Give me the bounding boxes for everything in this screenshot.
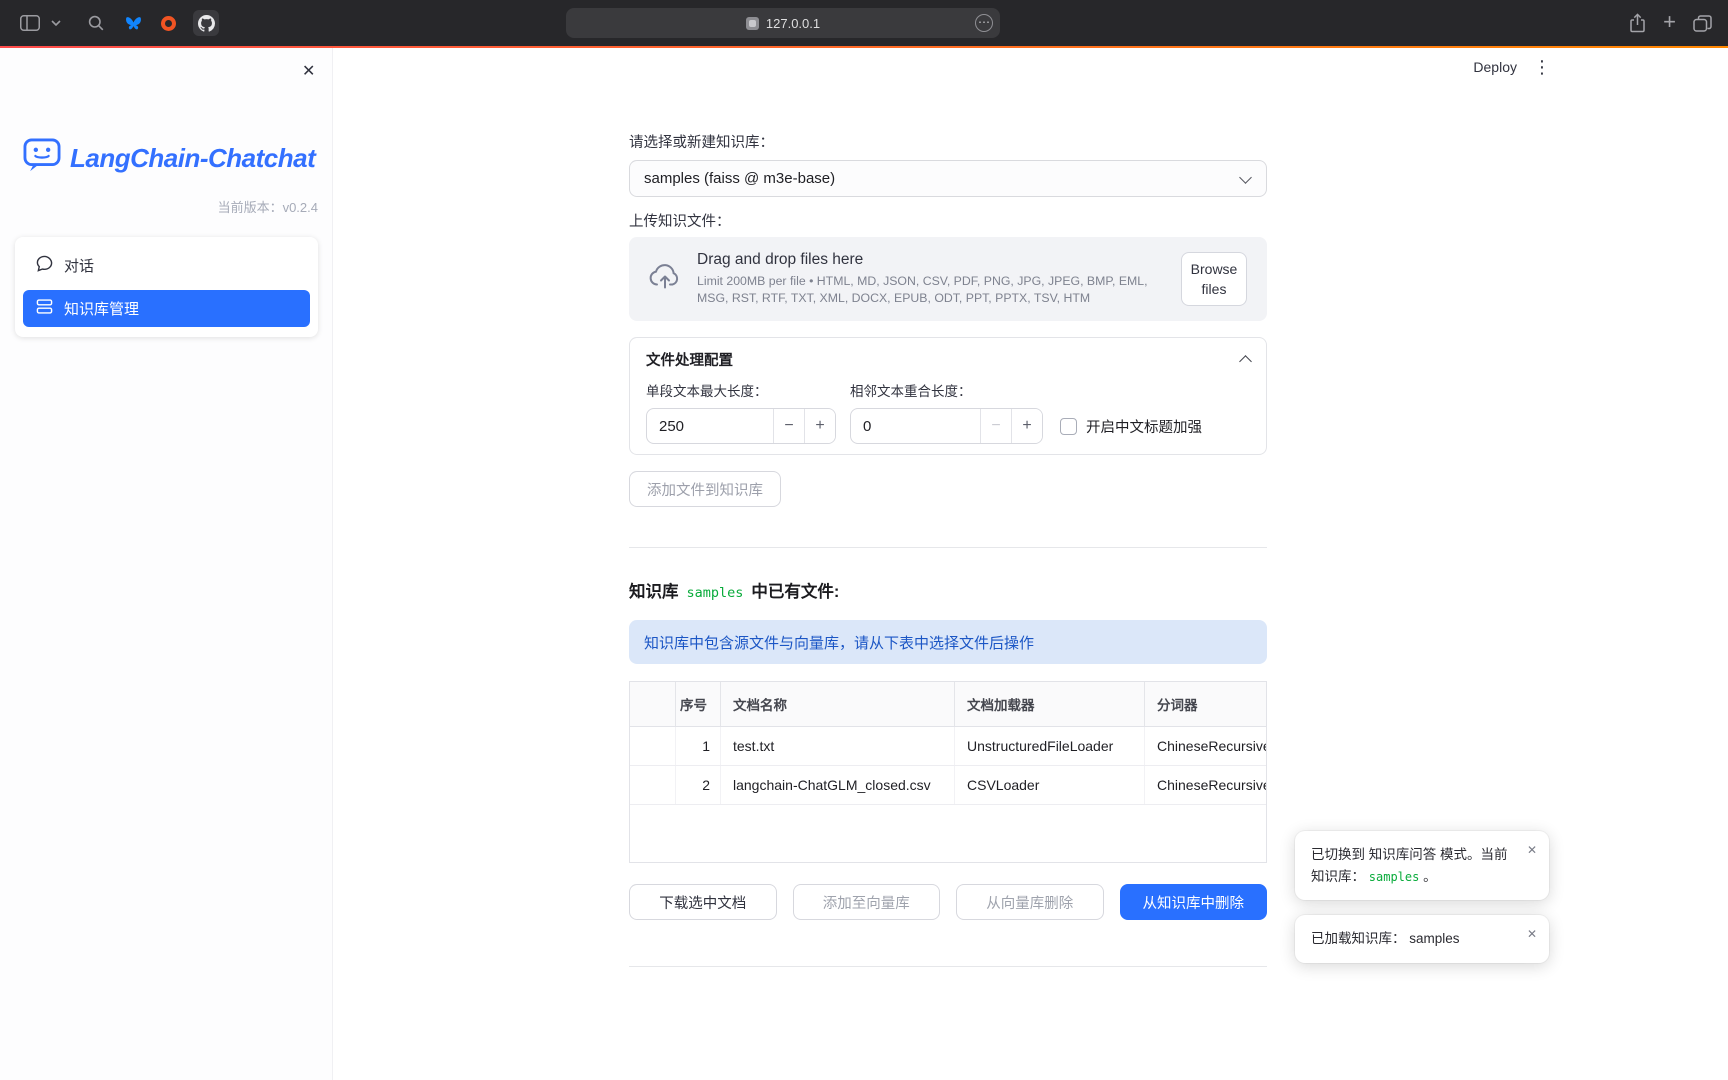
sidebar-menu: 对话 知识库管理 [15, 237, 318, 337]
cell-splitter: ChineseRecursiveT [1145, 766, 1266, 804]
chinese-title-checkbox[interactable] [1060, 418, 1077, 435]
share-icon[interactable] [1629, 13, 1646, 33]
chat-bubble-icon [36, 255, 53, 276]
version-label: 当前版本：v0.2.4 [218, 197, 318, 216]
pinned-tab-bluesky-icon[interactable] [125, 16, 142, 31]
dropzone-title: Drag and drop files here [697, 251, 1177, 269]
chunk-size-value: 250 [647, 409, 773, 443]
file-config-expander: 文件处理配置 单段文本最大长度： 250 − + 相邻文本重合长度： 0 [629, 337, 1267, 455]
browse-files-button[interactable]: Browse files [1181, 252, 1247, 307]
pinned-tab-github-icon[interactable] [193, 10, 219, 36]
chunk-size-label: 单段文本最大长度： [646, 382, 836, 401]
cell-loader: CSVLoader [955, 766, 1145, 804]
toast-mode-switched: 已切换到 知识库问答 模式。当前知识库： samples 。 ✕ [1295, 831, 1549, 900]
table-row[interactable]: 1 test.txt UnstructuredFileLoader Chines… [630, 727, 1266, 766]
info-text: 知识库中包含源文件与向量库，请从下表中选择文件后操作 [644, 632, 1034, 653]
logo-text: LangChain-Chatchat [70, 143, 315, 174]
expander-header[interactable]: 文件处理配置 [630, 338, 1266, 380]
chevron-down-icon [1239, 171, 1252, 184]
chinese-title-checkbox-group: 开启中文标题加强 [1060, 416, 1202, 437]
cell-no: 1 [676, 727, 721, 765]
overlap-size-input[interactable]: 0 − + [850, 408, 1043, 444]
search-icon[interactable] [88, 15, 104, 31]
url-text: 127.0.0.1 [766, 16, 820, 31]
upload-label: 上传知识文件： [629, 212, 731, 232]
overlap-plus-button[interactable]: + [1011, 409, 1042, 443]
chinese-title-checkbox-label: 开启中文标题加强 [1086, 416, 1202, 437]
info-alert: 知识库中包含源文件与向量库，请从下表中选择文件后操作 [629, 620, 1267, 664]
logo-chat-icon [23, 138, 61, 179]
new-tab-icon[interactable]: + [1663, 12, 1676, 32]
toast-close-icon[interactable]: ✕ [1527, 841, 1537, 860]
section-prefix: 知识库 [629, 578, 679, 602]
site-favicon-icon [746, 17, 759, 30]
knowledge-base-icon [36, 298, 53, 319]
overlap-minus-button[interactable]: − [980, 409, 1011, 443]
toast-tail: 。 [1423, 869, 1437, 884]
kb-files-table[interactable]: 序号 文档名称 文档加载器 分词器 1 test.txt Unstructure… [629, 681, 1267, 863]
toast-kb-loaded: 已加载知识库： samples ✕ [1295, 915, 1549, 963]
cell-no: 2 [676, 766, 721, 804]
expander-title: 文件处理配置 [646, 349, 733, 370]
kb-name-code: samples [687, 585, 744, 601]
page-settings-icon[interactable]: ⋯ [975, 14, 993, 32]
sidebar-item-knowledge-base[interactable]: 知识库管理 [23, 290, 310, 327]
pinned-tab-orange-icon[interactable] [161, 16, 176, 31]
overlap-size-value: 0 [851, 409, 980, 443]
chunk-plus-button[interactable]: + [804, 409, 835, 443]
kb-select-value: samples (faiss @ m3e-base) [644, 170, 835, 187]
table-action-buttons: 下载选中文档 添加至向量库 从向量库删除 从知识库中删除 [629, 884, 1267, 920]
dropzone-limit-text: Limit 200MB per file • HTML, MD, JSON, C… [697, 273, 1177, 306]
main-content: 请选择或新建知识库： samples (faiss @ m3e-base) 上传… [629, 48, 1267, 1080]
sidebar: ✕ LangChain-Chatchat 当前版本：v0.2.4 对话 知识库管… [0, 48, 333, 1080]
tab-overview-icon[interactable] [1693, 15, 1712, 32]
divider [629, 966, 1267, 967]
row-select-cell[interactable] [630, 766, 676, 804]
section-suffix: 中已有文件: [751, 578, 839, 602]
cell-name: test.txt [721, 727, 955, 765]
app-logo: LangChain-Chatchat [23, 138, 315, 179]
sidebar-item-label: 对话 [64, 255, 94, 276]
cell-splitter: ChineseRecursiveT [1145, 727, 1266, 765]
chevron-up-icon [1239, 355, 1252, 368]
toast-kb-code: samples [1369, 870, 1420, 884]
add-files-button[interactable]: 添加文件到知识库 [629, 471, 781, 507]
kb-select[interactable]: samples (faiss @ m3e-base) [629, 160, 1267, 197]
overlap-size-label: 相邻文本重合长度： [850, 382, 1043, 401]
file-uploader-dropzone[interactable]: Drag and drop files here Limit 200MB per… [629, 237, 1267, 321]
toast-close-icon[interactable]: ✕ [1527, 925, 1537, 944]
app-window: ✕ LangChain-Chatchat 当前版本：v0.2.4 对话 知识库管… [0, 48, 1728, 1080]
delete-from-kb-button[interactable]: 从知识库中删除 [1120, 884, 1268, 920]
sidebar-item-label: 知识库管理 [64, 298, 139, 319]
table-header-splitter[interactable]: 分词器 [1145, 682, 1266, 726]
kb-files-section-title: 知识库 samples 中已有文件: [629, 578, 839, 602]
cloud-upload-icon [649, 263, 681, 295]
kb-select-label: 请选择或新建知识库： [629, 133, 774, 153]
download-selected-button[interactable]: 下载选中文档 [629, 884, 777, 920]
table-header-loader[interactable]: 文档加载器 [955, 682, 1145, 726]
divider [629, 547, 1267, 548]
add-to-vectorstore-button[interactable]: 添加至向量库 [793, 884, 941, 920]
table-header-no[interactable]: 序号 [676, 682, 721, 726]
chunk-minus-button[interactable]: − [773, 409, 804, 443]
row-select-cell[interactable] [630, 727, 676, 765]
sidebar-toggle-icon[interactable] [20, 15, 40, 31]
table-header-row: 序号 文档名称 文档加载器 分词器 [630, 682, 1266, 727]
cell-name: langchain-ChatGLM_closed.csv [721, 766, 955, 804]
sidebar-chevron-icon[interactable] [51, 20, 61, 26]
table-row[interactable]: 2 langchain-ChatGLM_closed.csv CSVLoader… [630, 766, 1266, 805]
browser-chrome: 127.0.0.1 ⋯ + [0, 0, 1728, 46]
sidebar-item-dialogue[interactable]: 对话 [23, 247, 310, 284]
deploy-button[interactable]: Deploy [1473, 59, 1517, 75]
sidebar-close-icon[interactable]: ✕ [302, 61, 315, 81]
toast-text: 已加载知识库： samples [1311, 931, 1460, 946]
chunk-size-input[interactable]: 250 − + [646, 408, 836, 444]
table-header-name[interactable]: 文档名称 [721, 682, 955, 726]
main-menu-kebab-icon[interactable]: ⋮ [1533, 58, 1551, 76]
cell-loader: UnstructuredFileLoader [955, 727, 1145, 765]
delete-from-vectorstore-button[interactable]: 从向量库删除 [956, 884, 1104, 920]
table-header-index [630, 682, 676, 726]
address-bar[interactable]: 127.0.0.1 ⋯ [566, 8, 1000, 38]
